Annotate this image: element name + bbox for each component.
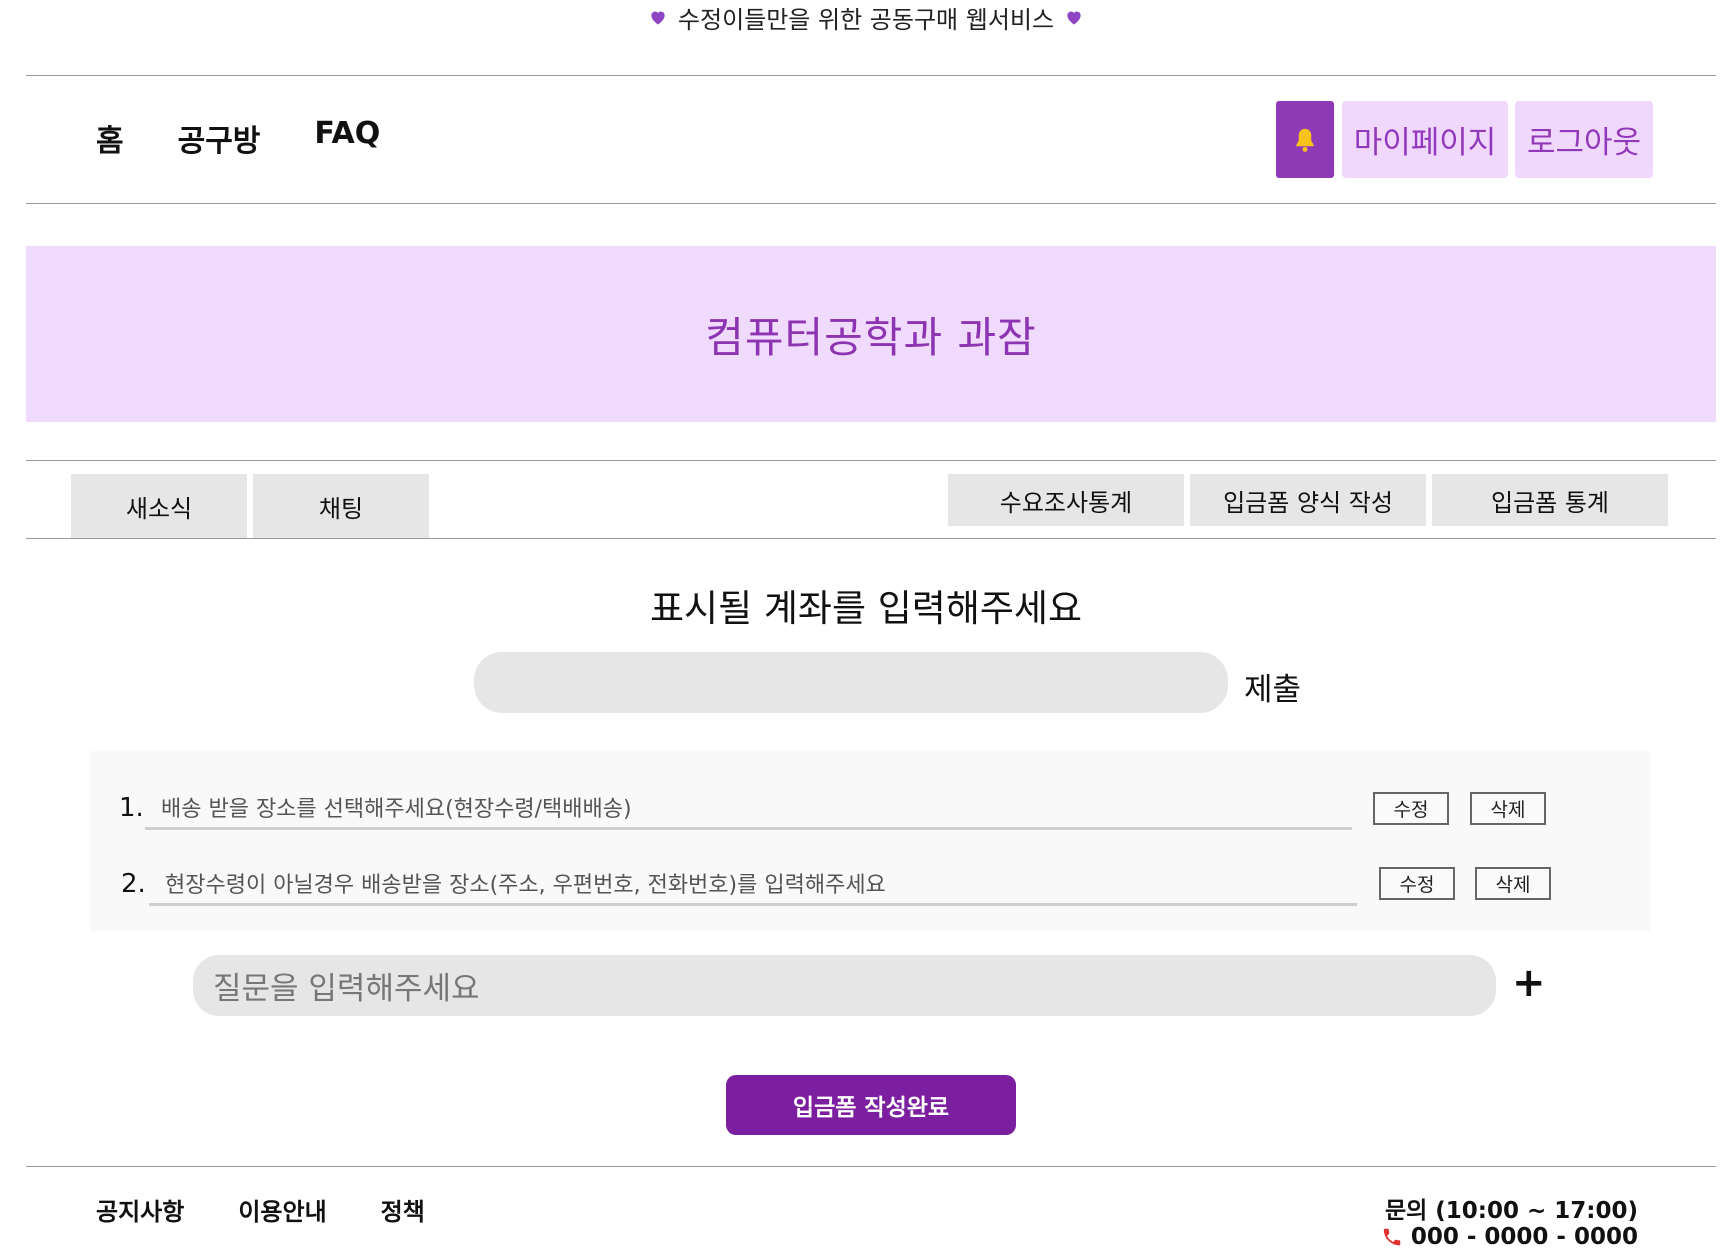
footer-link-guide[interactable]: 이용안내: [238, 1192, 326, 1227]
tab-deposit-form-stats[interactable]: 입금폼 통계: [1432, 474, 1668, 526]
page-title: 컴퓨터공학과 과잠: [705, 312, 1037, 362]
edit-button[interactable]: 수정: [1379, 867, 1455, 900]
contact-title: 문의 (10:00 ~ 17:00): [1384, 1198, 1638, 1224]
logout-button[interactable]: 로그아웃: [1515, 101, 1653, 178]
tab-demand-stats[interactable]: 수요조사통계: [948, 474, 1184, 526]
question-number: 2.: [121, 869, 146, 899]
footer-links: 공지사항 이용안내 정책: [96, 1192, 425, 1227]
new-question-input[interactable]: 질문을 입력해주세요: [193, 955, 1496, 1016]
banner-text: 수정이들만을 위한 공동구매 웹서비스: [677, 5, 1055, 34]
question-field[interactable]: 현장수령이 아닐경우 배송받을 장소(주소, 우편번호, 전화번호)를 입력해주…: [149, 862, 1357, 906]
account-input[interactable]: [474, 652, 1228, 713]
divider: [26, 1166, 1716, 1167]
contact-phone: 000 - 0000 - 0000: [1300, 1224, 1638, 1250]
edit-button[interactable]: 수정: [1373, 792, 1449, 825]
top-banner: 수정이들만을 위한 공동구매 웹서비스: [0, 0, 1732, 34]
divider: [26, 203, 1716, 204]
mypage-button[interactable]: 마이페이지: [1342, 101, 1508, 178]
tab-deposit-form-write[interactable]: 입금폼 양식 작성: [1190, 474, 1426, 526]
delete-button[interactable]: 삭제: [1475, 867, 1551, 900]
footer-link-policy[interactable]: 정책: [381, 1192, 425, 1227]
hero-banner: 컴퓨터공학과 과잠: [26, 246, 1716, 422]
complete-form-button[interactable]: 입금폼 작성완료: [726, 1075, 1016, 1135]
nav-faq[interactable]: FAQ: [314, 116, 380, 160]
nav-home[interactable]: 홈: [96, 116, 124, 160]
nav-room[interactable]: 공구방: [178, 116, 261, 160]
add-question-button[interactable]: +: [1512, 960, 1546, 1006]
question-field[interactable]: 배송 받을 장소를 선택해주세요(현장수령/택배배송): [145, 786, 1352, 830]
footer-link-notice[interactable]: 공지사항: [96, 1192, 184, 1227]
bell-icon: [1296, 128, 1314, 152]
phone-icon: [1383, 1228, 1401, 1246]
purple-heart-icon: [651, 11, 665, 25]
question-number: 1.: [119, 793, 144, 823]
main-nav: 홈 공구방 FAQ: [96, 116, 380, 160]
purple-heart-icon: [1067, 11, 1081, 25]
divider: [26, 538, 1716, 539]
divider: [26, 460, 1716, 461]
tab-news[interactable]: 새소식: [71, 474, 247, 538]
submit-button[interactable]: 제출: [1244, 664, 1301, 709]
delete-button[interactable]: 삭제: [1470, 792, 1546, 825]
contact-phone-number: 000 - 0000 - 0000: [1410, 1224, 1638, 1250]
divider: [26, 75, 1716, 76]
account-title: 표시될 계좌를 입력해주세요: [649, 587, 1082, 630]
notification-button[interactable]: [1276, 101, 1334, 178]
tab-chat[interactable]: 채팅: [253, 474, 429, 538]
